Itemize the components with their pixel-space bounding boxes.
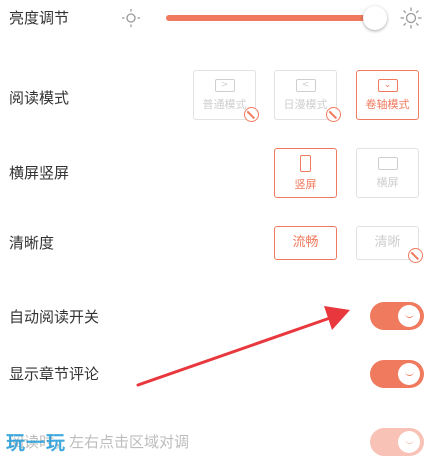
orientation-option-portrait[interactable]: 竖屏 xyxy=(274,148,337,198)
toggle-knob xyxy=(398,363,420,385)
disabled-icon xyxy=(326,107,341,122)
portrait-phone-icon xyxy=(300,155,311,172)
chapter-comments-label: 显示章节评论 xyxy=(9,365,100,383)
toggle-knob xyxy=(398,305,420,327)
chapter-comments-toggle[interactable] xyxy=(370,360,424,388)
landscape-phone-icon xyxy=(377,157,398,170)
brightness-low-icon xyxy=(122,9,140,27)
auto-read-toggle[interactable] xyxy=(370,302,424,330)
clarity-label: 清晰度 xyxy=(9,234,55,252)
page-right-icon: > xyxy=(214,79,235,92)
orientation-option-landscape[interactable]: 横屏 xyxy=(356,148,419,198)
scroll-down-icon: ⌄ xyxy=(377,79,398,92)
disabled-icon xyxy=(408,248,423,263)
disabled-icon xyxy=(244,107,259,122)
orientation-option-portrait-label: 竖屏 xyxy=(294,178,317,191)
page-left-icon: < xyxy=(295,79,316,92)
watermark-logo: 玩一玩 xyxy=(6,432,67,454)
brightness-slider-thumb[interactable] xyxy=(362,6,387,30)
brightness-slider-fill xyxy=(166,15,375,21)
brightness-high-icon xyxy=(400,7,422,29)
orientation-label: 横屏竖屏 xyxy=(9,164,70,182)
mode-option-scroll-label: 卷轴模式 xyxy=(365,98,410,111)
clarity-option-smooth[interactable]: 流畅 xyxy=(274,226,337,260)
mode-option-scroll[interactable]: ⌄ 卷轴模式 xyxy=(356,70,419,120)
brightness-label: 亮度调节 xyxy=(9,9,70,27)
brightness-slider[interactable] xyxy=(166,6,387,30)
orientation-option-landscape-label: 横屏 xyxy=(376,176,399,189)
reading-mode-label: 阅读模式 xyxy=(9,89,70,107)
auto-read-label: 自动阅读开关 xyxy=(9,308,100,326)
toggle-knob xyxy=(398,431,420,453)
tap-zone-swap-toggle[interactable] xyxy=(370,428,424,456)
